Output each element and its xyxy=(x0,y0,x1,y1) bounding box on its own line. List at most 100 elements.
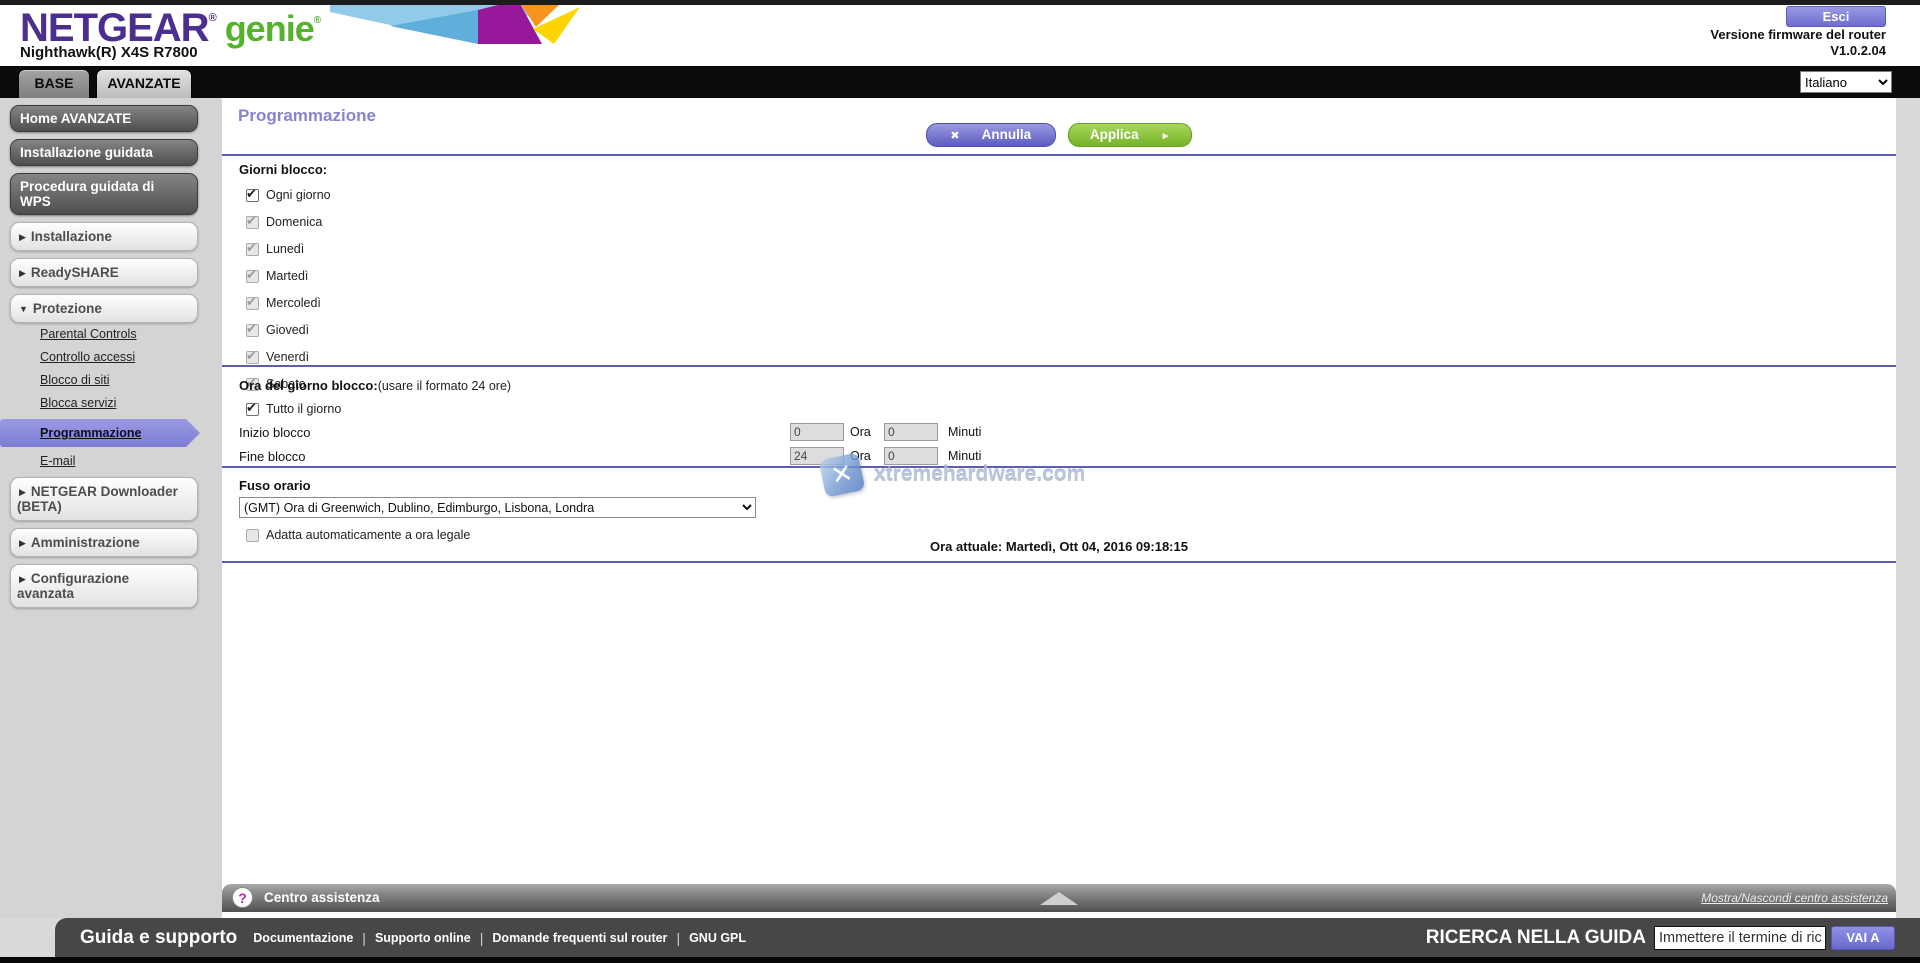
minute-unit-label: Minuti xyxy=(948,449,981,463)
sidebar-item-readyshare[interactable]: ▶ ReadySHARE xyxy=(10,258,198,287)
tab-base[interactable]: BASE xyxy=(18,69,90,98)
day-row: Martedì xyxy=(239,265,331,287)
footer-link[interactable]: Domande frequenti sul router xyxy=(492,931,667,945)
timezone-section: Fuso orario (GMT) Ora di Greenwich, Dubl… xyxy=(239,478,756,542)
minute-unit-label: Minuti xyxy=(948,425,981,439)
day-checkbox xyxy=(246,297,259,310)
timezone-select[interactable]: (GMT) Ora di Greenwich, Dublino, Edimbur… xyxy=(239,497,756,518)
sidebar-item-label: Protezione xyxy=(33,301,102,316)
router-model-label: Nighthawk(R) X4S R7800 xyxy=(20,44,198,61)
footer-link[interactable]: Supporto online xyxy=(375,931,471,945)
submenu-item-parental-controls[interactable]: Parental Controls xyxy=(40,327,222,341)
sidebar-item-configurazione-avanzata[interactable]: ▶Configurazione avanzata xyxy=(10,564,198,608)
action-buttons-row: ✖ Annulla Applica ► xyxy=(222,123,1896,147)
hour-unit-label: Ora xyxy=(850,449,878,463)
sidebar-item-label: NETGEAR Downloader (BETA) xyxy=(17,484,178,514)
day-row: Domenica xyxy=(239,211,331,233)
sidebar-item-amministrazione[interactable]: ▶ Amministrazione xyxy=(10,528,198,557)
divider xyxy=(222,466,1896,468)
chevron-right-icon: ▶ xyxy=(19,574,26,584)
submenu-item-label: Programmazione xyxy=(40,426,141,440)
firmware-version-value: V1.0.2.04 xyxy=(1710,43,1886,59)
assistance-toggle-link[interactable]: Mostra/Nascondi centro assistenza xyxy=(1701,891,1888,905)
sidebar-item-netgear-downloader[interactable]: ▶NETGEAR Downloader (BETA) xyxy=(10,477,198,521)
main-content: Programmazione ✖Annulla Applica► Giorni … xyxy=(222,98,1896,918)
day-checkbox xyxy=(246,351,259,364)
header: NETGEAR®genie® Nighthawk(R) X4S R7800 Es… xyxy=(0,0,1920,66)
day-row: Lunedì xyxy=(239,238,331,260)
footer-link-separator: | xyxy=(362,930,366,946)
language-select[interactable]: Italiano xyxy=(1800,71,1892,93)
start-block-label: Inizio blocco xyxy=(239,425,790,440)
sidebar-item-label: Amministrazione xyxy=(31,535,140,550)
day-label: Venerdì xyxy=(266,350,309,364)
tab-avanzate[interactable]: AVANZATE xyxy=(96,69,192,98)
sidebar-item-installazione-guidata[interactable]: Installazione guidata xyxy=(10,139,198,166)
logout-button[interactable]: Esci xyxy=(1786,6,1886,27)
go-button[interactable]: VAI A xyxy=(1831,926,1895,950)
sidebar-item-wps-wizard[interactable]: Procedura guidata di WPS xyxy=(10,173,198,215)
day-checkbox[interactable] xyxy=(246,189,259,202)
submenu-item-email[interactable]: E-mail xyxy=(40,454,222,468)
help-icon: ? xyxy=(232,887,253,908)
firmware-version-block: Versione firmware del router V1.0.2.04 xyxy=(1710,27,1886,59)
sidebar-item-home-avanzate[interactable]: Home AVANZATE xyxy=(10,105,198,132)
cancel-button-label: Annulla xyxy=(982,127,1032,142)
day-label: Lunedì xyxy=(266,242,304,256)
sidebar: Home AVANZATE Installazione guidata Proc… xyxy=(0,98,222,918)
start-minute-input[interactable] xyxy=(884,423,938,441)
day-checkbox xyxy=(246,270,259,283)
sidebar-item-protezione[interactable]: ▼ Protezione xyxy=(10,294,198,323)
apply-button-label: Applica xyxy=(1090,127,1139,142)
hour-unit-label: Ora xyxy=(850,425,878,439)
block-days-label: Giorni blocco: xyxy=(239,162,331,177)
end-hour-input[interactable] xyxy=(790,447,844,465)
chevron-down-icon: ▼ xyxy=(19,304,28,314)
days-list: Ogni giorno Domenica Lunedì Martedì Mercoled… xyxy=(239,184,331,395)
end-minute-input[interactable] xyxy=(884,447,938,465)
submenu-item-controllo-accessi[interactable]: Controllo accessi xyxy=(40,350,222,364)
sidebar-item-label: Configurazione avanzata xyxy=(17,571,129,601)
genie-decoration-graphic xyxy=(330,0,630,45)
footer-bottom-strip xyxy=(0,957,1920,963)
submenu-item-blocca-servizi[interactable]: Blocca servizi xyxy=(40,396,222,410)
start-hour-input[interactable] xyxy=(790,423,844,441)
all-day-row: Tutto il giorno xyxy=(239,398,1239,420)
apply-button[interactable]: Applica ► xyxy=(1068,123,1192,147)
day-label: Martedì xyxy=(266,269,308,283)
chevron-right-icon: ▶ xyxy=(19,538,26,548)
chevron-right-icon: ▶ xyxy=(19,232,26,242)
chevron-right-icon: ▶ xyxy=(19,268,26,278)
all-day-checkbox[interactable] xyxy=(246,403,259,416)
guide-search-input[interactable] xyxy=(1654,926,1826,950)
day-label: Ogni giorno xyxy=(266,188,331,202)
genie-reg-mark: ® xyxy=(314,15,321,26)
chevron-right-icon: ▶ xyxy=(19,487,26,497)
submenu-item-programmazione-selected[interactable]: Programmazione xyxy=(0,419,200,447)
close-icon: ✖ xyxy=(950,130,959,142)
divider xyxy=(222,154,1896,156)
footer: Guida e supporto Documentazione | Supporto… xyxy=(55,918,1920,957)
day-checkbox xyxy=(246,216,259,229)
arrow-right-icon: ► xyxy=(1161,131,1171,142)
day-row: Giovedì xyxy=(239,319,331,341)
block-time-section: Ora del giorno blocco:(usare il formato … xyxy=(239,378,1239,468)
firmware-version-label: Versione firmware del router xyxy=(1710,27,1886,43)
tab-strip: BASE AVANZATE Italiano xyxy=(0,66,1920,98)
sidebar-item-label: ReadySHARE xyxy=(31,265,119,280)
assistance-title: Centro assistenza xyxy=(264,890,380,905)
submenu-item-blocco-di-siti[interactable]: Blocco di siti xyxy=(40,373,222,387)
expand-arrow-icon[interactable] xyxy=(1040,892,1078,905)
genie-logo-text: genie xyxy=(225,8,314,49)
day-label: Giovedì xyxy=(266,323,309,337)
footer-link[interactable]: Documentazione xyxy=(253,931,353,945)
cancel-button[interactable]: ✖ Annulla xyxy=(926,123,1056,147)
footer-link-separator: | xyxy=(676,930,680,946)
end-block-label: Fine blocco xyxy=(239,449,790,464)
footer-link[interactable]: GNU GPL xyxy=(689,931,746,945)
day-label: Mercoledì xyxy=(266,296,321,310)
support-title: Guida e supporto xyxy=(80,927,237,949)
block-time-label: Ora del giorno blocco:(usare il formato … xyxy=(239,378,1239,393)
day-row: Mercoledì xyxy=(239,292,331,314)
sidebar-item-installazione[interactable]: ▶Installazione xyxy=(10,222,198,251)
